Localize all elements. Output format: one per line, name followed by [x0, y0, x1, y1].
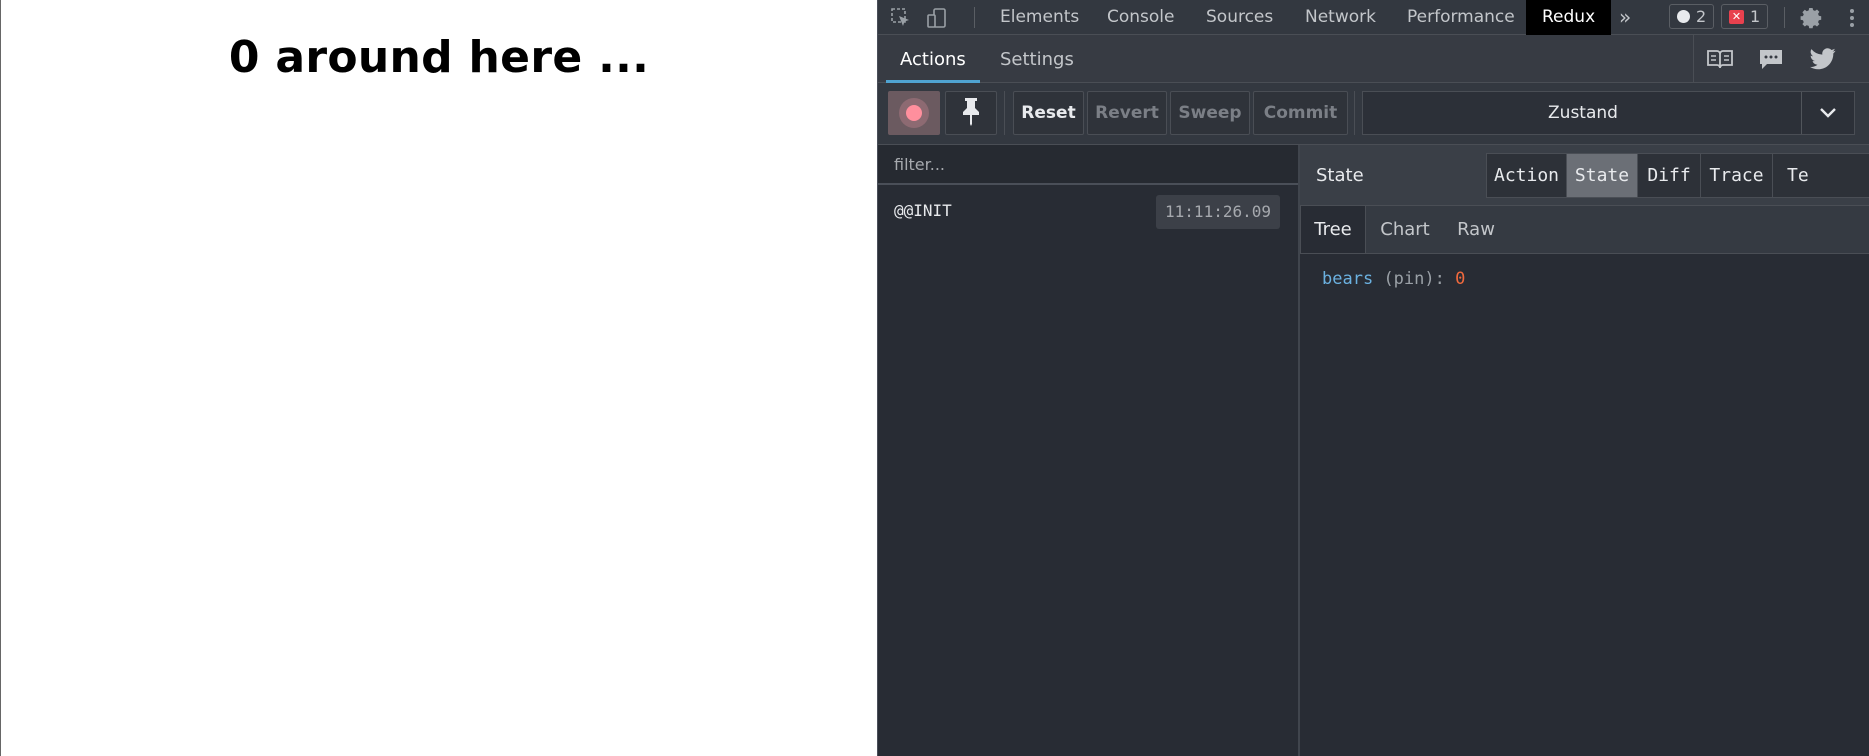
- subtab-tree[interactable]: Tree: [1300, 206, 1366, 253]
- inspect-element-icon[interactable]: [888, 0, 914, 35]
- errors-badge[interactable]: ✕ 1: [1721, 4, 1769, 29]
- pin-icon: [960, 96, 982, 131]
- toolbar-divider: [1004, 91, 1005, 135]
- action-name: @@INIT: [894, 201, 952, 220]
- action-timestamp: 11:11:26.09: [1156, 195, 1280, 229]
- tab-sources[interactable]: Sources: [1206, 0, 1273, 35]
- inspector-header: State Action State Diff Trace Te: [1300, 145, 1869, 206]
- subtab-raw[interactable]: Raw: [1444, 206, 1508, 253]
- chat-bubble-icon[interactable]: [1745, 35, 1797, 82]
- tab-actions[interactable]: Actions: [886, 35, 980, 83]
- filter-input[interactable]: [878, 145, 1298, 185]
- tab-elements[interactable]: Elements: [1000, 0, 1079, 35]
- instance-select-value: Zustand: [1548, 103, 1618, 123]
- tab-action[interactable]: Action: [1486, 153, 1567, 198]
- tabbar-divider: [974, 7, 975, 28]
- kebab-menu-icon[interactable]: [1842, 0, 1862, 35]
- error-x-icon: ✕: [1729, 9, 1744, 24]
- warning-dot-icon: [1677, 10, 1690, 23]
- redux-header: Actions Settings: [878, 35, 1869, 83]
- errors-count: 1: [1750, 7, 1761, 26]
- inspector-title: State: [1316, 165, 1364, 186]
- pin-button[interactable]: [945, 91, 997, 135]
- tab-state[interactable]: State: [1566, 153, 1638, 198]
- subtab-chart[interactable]: Chart: [1370, 206, 1440, 253]
- tab-test[interactable]: Te: [1772, 153, 1869, 198]
- warnings-count: 2: [1696, 7, 1707, 26]
- sweep-button[interactable]: Sweep: [1170, 91, 1250, 135]
- page-heading: 0 around here ...: [228, 32, 650, 83]
- warnings-badge[interactable]: 2: [1669, 4, 1715, 29]
- tab-performance[interactable]: Performance: [1407, 0, 1515, 35]
- action-list-item[interactable]: @@INIT 11:11:26.09: [878, 187, 1298, 235]
- inspector-subtabs: Tree Chart Raw: [1300, 206, 1869, 254]
- tab-settings[interactable]: Settings: [986, 35, 1088, 83]
- action-list-pane: @@INIT 11:11:26.09: [878, 145, 1300, 756]
- record-button[interactable]: [888, 91, 940, 135]
- more-tabs-icon[interactable]: »: [1619, 0, 1631, 35]
- docs-book-icon[interactable]: [1693, 35, 1745, 82]
- tab-console[interactable]: Console: [1107, 0, 1175, 35]
- devtools-panel: Elements Console Sources Network Perform…: [877, 0, 1869, 756]
- reset-button[interactable]: Reset: [1013, 91, 1084, 135]
- page-viewport: 0 around here ...: [0, 0, 876, 756]
- toolbar-divider: [1354, 91, 1355, 135]
- twitter-icon[interactable]: [1797, 35, 1849, 82]
- tab-network[interactable]: Network: [1305, 0, 1376, 35]
- redux-toolbar: Reset Revert Sweep Commit Zustand: [878, 83, 1869, 145]
- inspector-pane: State Action State Diff Trace Te Tree Ch…: [1300, 145, 1869, 756]
- tree-value: 0: [1455, 269, 1466, 289]
- state-tree: bears (pin): 0: [1322, 269, 1465, 289]
- tree-node[interactable]: bears (pin): 0: [1322, 269, 1465, 289]
- device-toolbar-icon[interactable]: [924, 0, 950, 35]
- chevron-down-icon[interactable]: [1801, 92, 1854, 134]
- instance-select[interactable]: Zustand: [1362, 91, 1855, 135]
- record-icon: [899, 98, 929, 128]
- tree-tag: (pin):: [1383, 269, 1445, 289]
- tab-diff[interactable]: Diff: [1637, 153, 1701, 198]
- tab-redux[interactable]: Redux: [1526, 0, 1612, 35]
- tab-trace[interactable]: Trace: [1700, 153, 1773, 198]
- tree-key: bears: [1322, 269, 1374, 289]
- tabbar-divider: [1784, 7, 1785, 28]
- settings-gear-icon[interactable]: [1796, 0, 1826, 35]
- commit-button[interactable]: Commit: [1253, 91, 1348, 135]
- devtools-tabbar: Elements Console Sources Network Perform…: [878, 0, 1869, 35]
- revert-button[interactable]: Revert: [1087, 91, 1167, 135]
